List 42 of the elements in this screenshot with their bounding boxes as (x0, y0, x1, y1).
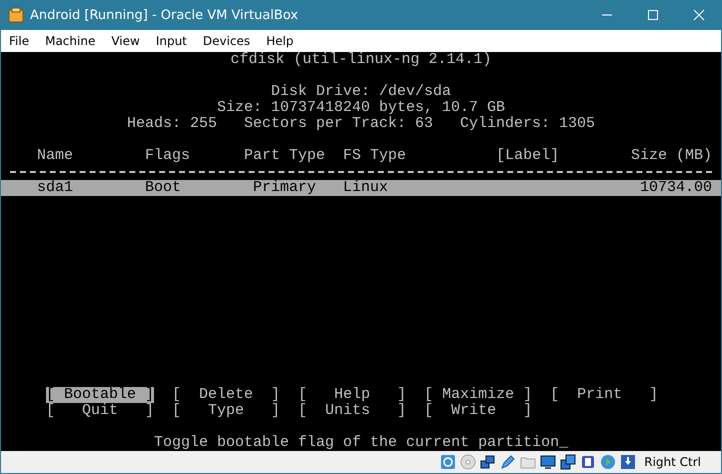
table-cell-text: sda1 (37, 180, 74, 196)
maximize-icon[interactable] (647, 9, 659, 21)
program-heading: cfdisk (util-linux-ng 2.14.1) (230, 51, 492, 68)
menu-item[interactable]: View (103, 34, 148, 48)
download-icon[interactable] (620, 454, 636, 470)
menu-command[interactable]: [ Units ] (298, 403, 406, 419)
table-cell-text: Primary (252, 180, 318, 196)
host-key-label: Right Ctrl (644, 455, 701, 469)
column-header: FS Type (343, 148, 408, 164)
menu-command[interactable]: [ Help ] (298, 387, 406, 403)
column-header: Part Type (244, 148, 326, 164)
status-message: Toggle bootable flag of the current partition_ (154, 434, 568, 451)
disk-info-line: Heads: 255 Sectors per Track: 63 Cylinders: 1305 (126, 115, 596, 132)
disk-info-line: Size: 10737418240 bytes, 10.7 GB (216, 99, 506, 116)
menu-item[interactable]: Machine (37, 34, 104, 48)
column-header: Name (37, 148, 74, 164)
table-cell-text: Linux (343, 180, 390, 196)
menu-command[interactable]: [ Print ] (550, 387, 658, 403)
menu-item[interactable]: Input (148, 34, 195, 48)
partition-row[interactable]: sda1 Boot Primary Linux 10734.00 (1, 180, 721, 196)
column-header: Size (MB) (630, 148, 712, 164)
menu-command[interactable]: [ Bootable ] (46, 387, 154, 403)
menu-item[interactable]: Devices (194, 34, 258, 48)
menu-item[interactable]: Help (258, 34, 302, 48)
menu-command[interactable]: [ Type ] (172, 403, 280, 419)
close-icon[interactable] (693, 9, 705, 21)
menu-command[interactable]: [ Maximize ] (424, 387, 532, 403)
app-icon (8, 7, 24, 23)
pen-icon[interactable] (500, 454, 516, 470)
network-icon[interactable] (480, 454, 496, 470)
window-title: Android [Running] - Oracle VM VirtualBox (30, 8, 300, 22)
menu-command[interactable]: [ Delete ] (172, 387, 280, 403)
menu-command[interactable]: [ Write ] (424, 403, 532, 419)
menu-item[interactable]: File (1, 34, 38, 48)
windows-icon[interactable] (560, 454, 576, 470)
table-cell: 10734.00 (640, 180, 712, 196)
disk-info-line: Disk Drive: /dev/sda (270, 83, 452, 100)
column-header: Flags (145, 148, 192, 164)
monitor-icon[interactable] (540, 454, 556, 470)
column-header: [Label] (496, 148, 560, 164)
table-cell-text: Boot (145, 180, 182, 196)
menu-command[interactable]: [ Quit ] (46, 403, 154, 419)
